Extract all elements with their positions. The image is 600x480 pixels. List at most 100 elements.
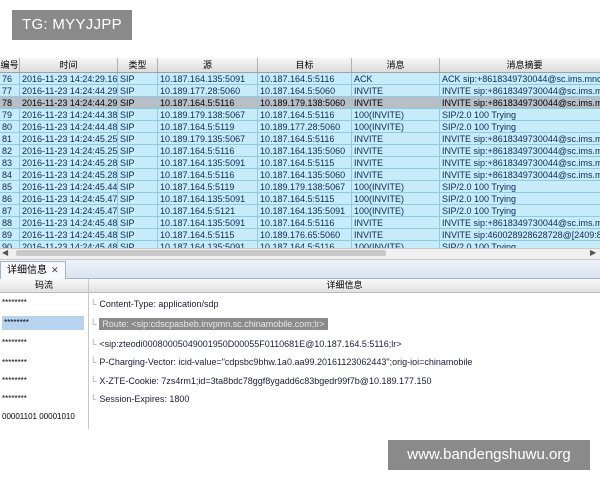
table-row[interactable]: 86 2016-11-23 14:24:45.473 SIP 10.187.164.1… [0,193,600,205]
detail-line[interactable]: └ Content-Type: application/sdp [90,298,218,310]
bitstream-row[interactable]: ******** [2,316,84,330]
table-cell: INVITE sip:+8618349730044@sc.ims.mnc00 [440,169,600,181]
table-cell: 10.187.164.5:5119 [158,121,258,133]
table-cell: INVITE [352,133,440,145]
watermark-bottom: www.bandengshuwu.org [388,440,590,470]
table-row[interactable]: 90 2016-11-23 14:24:45.483 SIP 10.187.164.1… [0,241,600,248]
table-cell: SIP [118,145,158,157]
column-header[interactable]: 消息 [352,58,440,72]
table-cell: 2016-11-23 14:24:45.253 [22,145,118,157]
table-cell: INVITE sip:+8618349730044@sc.ims.mnc00 [440,97,600,109]
table-row[interactable]: 82 2016-11-23 14:24:45.253 SIP 10.187.164.5… [0,145,600,157]
bitstream-row[interactable]: 00001101 00001010 [0,410,86,424]
table-cell: 85 [0,181,20,193]
table-row[interactable]: 85 2016-11-23 14:24:45.443 SIP 10.187.164.5… [0,181,600,193]
table-cell: SIP [118,205,158,217]
detail-header: 详细信息 [89,279,600,293]
table-cell: 2016-11-23 14:24:45.483 [22,229,118,241]
table-cell: SIP/2.0 100 Trying [440,241,600,248]
table-cell: 82 [0,145,20,157]
table-cell: 2016-11-23 14:24:44.483 [22,121,118,133]
message-table: 编号 时间 类型源目标 消息 消息摘要 76 2016-11-23 14:24:29.16… [0,58,600,248]
table-row[interactable]: 83 2016-11-23 14:24:45.283 SIP 10.187.164.1… [0,157,600,169]
detail-line-text: Route: <sip:cdscpasbeb.invpmn.sc.chinamo… [99,318,328,330]
tree-connector-icon: └ [90,376,97,386]
detail-line-text: X-ZTE-Cookie: 7zs4rm1;id=3ta8bdc78ggf8yg… [99,376,432,386]
bitstream-row[interactable]: ******** [0,336,86,350]
table-cell: 83 [0,157,20,169]
table-row[interactable]: 88 2016-11-23 14:24:45.483 SIP 10.187.164.1… [0,217,600,229]
table-cell: SIP [118,169,158,181]
table-row[interactable]: 89 2016-11-23 14:24:45.483 SIP 10.187.164.5… [0,229,600,241]
table-row[interactable]: 87 2016-11-23 14:24:45.473 SIP 10.187.164.5… [0,205,600,217]
table-cell: INVITE [352,85,440,97]
column-header[interactable]: 目标 [258,58,352,72]
table-cell: 10.189.176.65:5060 [258,229,352,241]
table-cell: 2016-11-23 14:24:44.294 [22,85,118,97]
table-cell: SIP/2.0 100 Trying [440,193,600,205]
column-header[interactable]: 消息摘要 [440,58,600,72]
scroll-right-icon[interactable]: ▶ [590,249,598,257]
table-cell: INVITE [352,229,440,241]
table-cell: 84 [0,169,20,181]
table-cell: 80 [0,121,20,133]
table-cell: SIP/2.0 100 Trying [440,109,600,121]
scroll-thumb[interactable] [16,250,386,256]
table-row[interactable]: 79 2016-11-23 14:24:44.383 SIP 10.189.179.1… [0,109,600,121]
table-cell: 2016-11-23 14:24:45.253 [22,133,118,145]
table-cell: 87 [0,205,20,217]
table-cell: 10.187.164.135:5091 [158,157,258,169]
detail-line[interactable]: └ P-Charging-Vector: icid-value="cdpsbc9b… [90,356,472,368]
table-cell: 10.187.164.5:5116 [258,241,352,248]
column-header[interactable]: 源 [158,58,258,72]
detail-line[interactable]: └ X-ZTE-Cookie: 7zs4rm1;id=3ta8bdc78ggf8y… [90,375,432,387]
table-cell: 10.187.164.5:5115 [258,157,352,169]
bitstream-row[interactable]: ******** [0,356,86,370]
table-row[interactable]: 78 2016-11-23 14:24:44.293 SIP 10.187.164.5… [0,97,600,109]
table-row[interactable]: 76 2016-11-23 14:24:29.163 SIP 10.187.164.1… [0,73,600,85]
table-row[interactable]: 81 2016-11-23 14:24:45.253 SIP 10.189.179.1… [0,133,600,145]
table-cell: INVITE sip:+8618349730044@sc.ims.mnc00 [440,133,600,145]
table-cell: 86 [0,193,20,205]
detail-tabbar [0,260,600,279]
detail-line-text: Content-Type: application/sdp [99,299,219,309]
table-cell: INVITE [352,169,440,181]
table-cell: 10.187.164.135:5091 [158,241,258,248]
table-row[interactable]: 84 2016-11-23 14:24:45.283 SIP 10.187.164.5… [0,169,600,181]
table-cell: 10.189.179.138:5067 [258,181,352,193]
table-cell: INVITE sip:460028928628728@[2409:880b:5 [440,229,600,241]
bitstream-row[interactable]: ******** [0,392,86,406]
watermark-top: TG: MYYJJPP [12,10,132,40]
close-icon[interactable]: ✕ [51,265,59,275]
table-cell: 100(INVITE) [352,205,440,217]
column-header[interactable]: 时间 [20,58,118,72]
table-cell: 10.187.164.5:5116 [258,217,352,229]
table-cell: 10.187.164.5:5116 [158,145,258,157]
detail-line-text: <sip:zteodi00080005049001950D00055F01106… [99,339,402,349]
table-cell: 2016-11-23 14:24:44.383 [22,109,118,121]
bitstream-row[interactable]: ******** [0,296,86,310]
table-cell: 10.187.164.135:5091 [158,73,258,85]
table-cell: SIP [118,229,158,241]
scroll-left-icon[interactable]: ◀ [2,249,10,257]
table-cell: INVITE [352,217,440,229]
table-cell: 100(INVITE) [352,193,440,205]
tree-connector-icon: └ [90,357,97,367]
table-cell: 2016-11-23 14:24:45.483 [20,241,118,248]
table-cell: ACK sip:+8618349730044@sc.ims.mnc00 [440,73,600,85]
table-cell: 10.187.164.5:5116 [258,73,352,85]
table-cell: SIP [118,109,158,121]
detail-line[interactable]: └ Route: <sip:cdscpasbeb.invpmn.sc.chinam… [90,318,328,330]
table-cell: 2016-11-23 14:24:45.443 [22,181,118,193]
table-row[interactable]: 80 2016-11-23 14:24:44.483 SIP 10.187.164.5… [0,121,600,133]
tab-detail-info[interactable]: 详细信息 ✕ [0,261,66,279]
table-cell: 2016-11-23 14:24:45.483 [22,217,118,229]
column-header[interactable]: 类型 [118,58,158,72]
bitstream-row[interactable]: ******** [0,374,86,388]
detail-line[interactable]: └ <sip:zteodi00080005049001950D00055F0110… [90,338,401,350]
table-cell: 10.187.164.5:5116 [158,97,258,109]
column-header[interactable]: 编号 [0,58,20,72]
detail-line[interactable]: └ Session-Expires: 1800 [90,393,189,405]
table-cell: 76 [0,73,20,85]
table-row[interactable]: 77 2016-11-23 14:24:44.294 SIP 10.189.177.2… [0,85,600,97]
